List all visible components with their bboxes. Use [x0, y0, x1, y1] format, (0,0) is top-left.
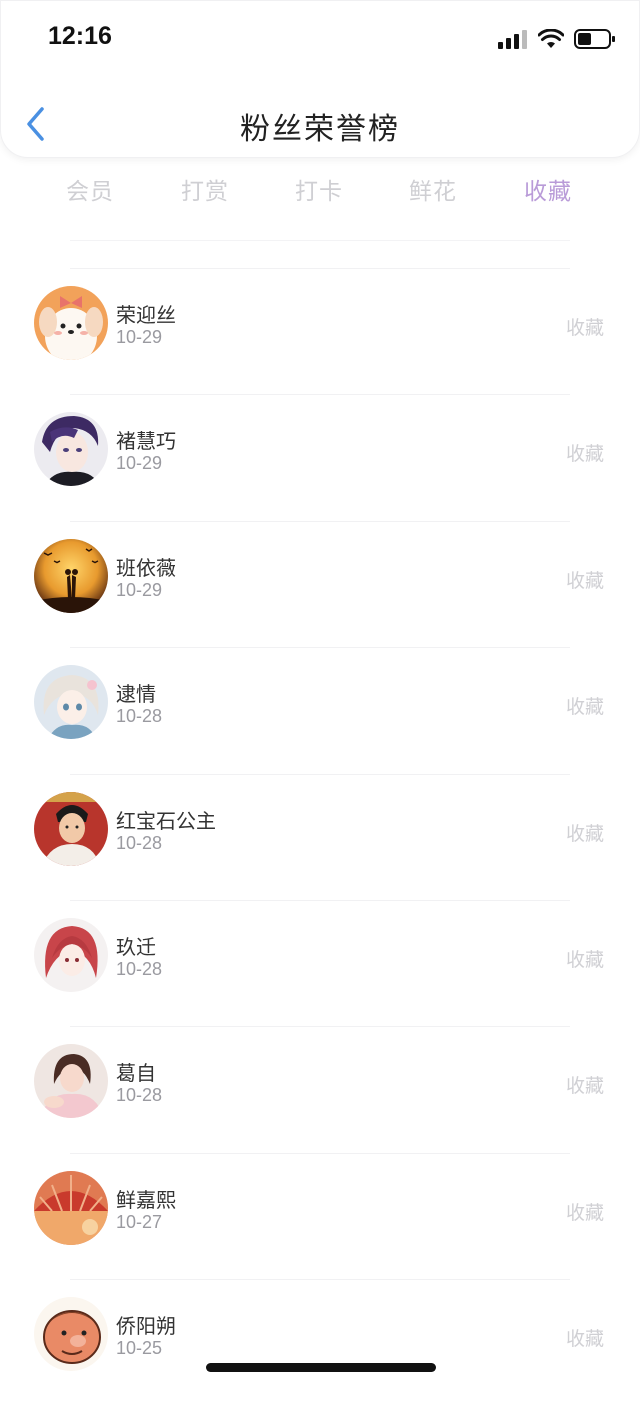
fan-name: 逮情	[116, 682, 156, 707]
action-label: 收藏	[565, 317, 604, 339]
status-time: 12:16	[48, 22, 112, 50]
fan-date: 10-27	[116, 1211, 163, 1232]
list-item[interactable]: 逮情 10-28 收藏	[0, 647, 640, 773]
fan-name: 褚慧巧	[116, 429, 176, 454]
fan-name: 荣迎丝	[116, 303, 176, 327]
status-icons	[498, 28, 616, 50]
status-bar: 12:16	[0, 0, 640, 80]
wifi-icon	[538, 29, 564, 48]
action-label: 收藏	[565, 1328, 604, 1351]
girl-photo-avatar	[34, 1044, 108, 1119]
list-item[interactable]: 葛自 10-28 收藏	[0, 1026, 640, 1152]
fan-date: 10-28	[116, 706, 163, 727]
fan-name: 葛自	[116, 1061, 156, 1086]
red-hair-girl-avatar	[34, 917, 108, 992]
list-item[interactable]: 荣迎丝 10-29 收藏	[0, 268, 640, 394]
anime-boy-avatar	[34, 412, 108, 487]
fan-date: 10-28	[116, 1085, 163, 1106]
fan-date: 10-28	[116, 832, 163, 853]
action-label: 收藏	[565, 569, 604, 592]
fan-date: 10-29	[116, 579, 163, 600]
sunset-couple-avatar	[34, 538, 108, 613]
fan-name: 鲜嘉熙	[116, 1187, 176, 1212]
tab-flowers[interactable]: 鲜花	[383, 172, 483, 206]
costume-girl-avatar	[34, 791, 108, 866]
fan-name: 班依薇	[116, 555, 176, 580]
action-label: 收藏	[565, 1075, 604, 1098]
list-item[interactable]: 侨阳朔 10-25 收藏	[0, 1279, 640, 1405]
fan-name: 玖迁	[116, 934, 156, 959]
action-label: 收藏	[565, 948, 604, 971]
fan-name: 红宝石公主	[116, 808, 216, 833]
action-label: 收藏	[565, 443, 604, 466]
red-umbrella-avatar	[34, 1170, 108, 1245]
list-item[interactable]: 褚慧巧 10-29 收藏	[0, 394, 640, 520]
fan-name: 侨阳朔	[116, 1314, 176, 1339]
anime-girl-avatar	[34, 665, 108, 740]
fan-date: 10-28	[116, 958, 163, 979]
cartoon-face-avatar	[34, 1297, 108, 1372]
list-item[interactable]: 鲜嘉熙 10-27 收藏	[0, 1152, 640, 1279]
signal-icon	[498, 30, 527, 49]
home-indicator[interactable]	[206, 1363, 436, 1372]
tab-bar: 会员 打赏 打卡 鲜花 收藏	[0, 172, 640, 212]
tab-favorites[interactable]: 收藏	[498, 172, 598, 206]
tab-membership[interactable]: 会员	[40, 172, 140, 206]
tab-checkin[interactable]: 打卡	[269, 172, 369, 206]
tab-tip[interactable]: 打赏	[155, 172, 255, 206]
divider	[70, 240, 570, 241]
action-label: 收藏	[565, 696, 604, 719]
fan-date: 10-25	[116, 1338, 163, 1359]
list-item[interactable]: 红宝石公主 10-28 收藏	[0, 773, 640, 900]
cartoon-dog-avatar	[34, 286, 108, 360]
fan-date: 10-29	[116, 327, 163, 347]
fan-date: 10-29	[116, 453, 163, 474]
list-item[interactable]: 班依薇 10-29 收藏	[0, 520, 640, 647]
action-label: 收藏	[565, 1201, 604, 1224]
list-item[interactable]: 玖迁 10-28 收藏	[0, 899, 640, 1026]
fan-list: 荣迎丝 10-29 收藏 褚慧巧 10-29 收藏 班依薇 10-29 收藏 逮…	[0, 268, 640, 1406]
battery-icon	[574, 29, 615, 49]
action-label: 收藏	[565, 822, 604, 845]
page-title: 粉丝荣誉榜	[240, 112, 400, 147]
